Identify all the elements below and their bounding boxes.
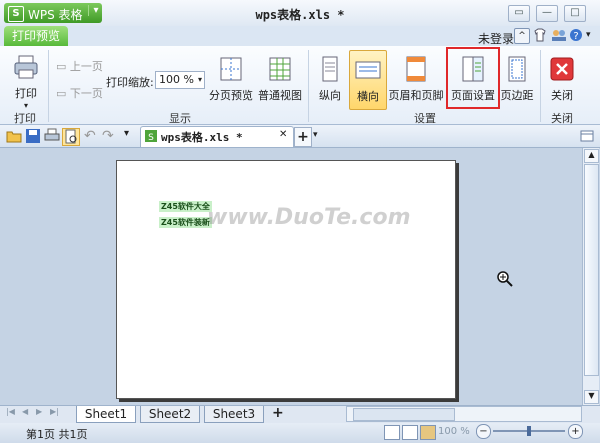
vertical-scrollbar[interactable]: ▲ ▼ (582, 148, 599, 405)
normal-view-label: 普通视图 (258, 89, 302, 102)
prev-sheet-icon[interactable]: ◀ (22, 407, 28, 416)
group-label-print: 打印 (14, 112, 36, 125)
prev-page-button[interactable]: ▭ 上一页 (56, 58, 103, 74)
portrait-page-icon (322, 56, 338, 82)
landscape-page-icon (355, 61, 381, 79)
scroll-up-icon[interactable]: ▲ (584, 149, 599, 163)
preview-cell: Z45软件大全 (159, 201, 212, 212)
grid-view-icon (269, 57, 291, 81)
panel-toggle-icon[interactable] (580, 129, 594, 143)
prev-page-label: 上一页 (69, 60, 103, 73)
maximize-button[interactable]: □ (564, 5, 586, 22)
next-page-icon: ▭ (56, 87, 67, 100)
close-tab-icon[interactable]: ✕ (279, 129, 287, 140)
group-divider (48, 50, 49, 122)
page-setup-button[interactable]: 页面设置 (448, 54, 498, 103)
add-sheet-icon[interactable]: + (272, 405, 284, 421)
landscape-label: 横向 (357, 90, 379, 103)
chevron-down-icon: ▾ (197, 75, 202, 84)
customize-quickbar-icon[interactable]: ▾ (124, 128, 140, 144)
group-divider (308, 50, 309, 122)
close-label: 关闭 (551, 89, 573, 102)
portrait-button[interactable]: 纵向 (314, 54, 346, 103)
zoom-label: 打印缩放: (106, 76, 154, 89)
first-sheet-icon[interactable]: |◀ (6, 407, 15, 416)
scroll-down-icon[interactable]: ▼ (584, 390, 599, 404)
header-footer-label: 页眉和页脚 (388, 89, 444, 102)
close-icon (550, 57, 574, 81)
horizontal-scrollbar[interactable] (346, 406, 582, 422)
undo-icon[interactable]: ↶ (84, 128, 100, 144)
next-sheet-icon[interactable]: ▶ (36, 407, 42, 416)
chevron-down-icon: ▾ (23, 101, 28, 110)
new-tab-button[interactable]: + (294, 127, 312, 147)
document-tab-label: wps表格.xls * (161, 131, 243, 144)
zoom-out-button[interactable]: − (476, 424, 491, 439)
page-layout-icon[interactable] (402, 425, 418, 440)
print-button[interactable]: 打印 ▾ (8, 52, 44, 110)
margins-label: 页边距 (500, 89, 534, 102)
group-label-display: 显示 (169, 112, 191, 125)
page-break-view-icon[interactable] (420, 425, 436, 440)
printer-icon[interactable] (44, 128, 60, 144)
page-break-preview-button[interactable]: 分页预览 (208, 54, 254, 103)
preview-cell: Z45软件装新 (159, 217, 212, 228)
printer-icon (14, 55, 38, 79)
page-setup-icon (462, 56, 484, 82)
header-footer-button[interactable]: 页眉和页脚 (388, 54, 444, 103)
zoom-select[interactable]: 100 % ▾ (155, 71, 205, 89)
print-preview-icon[interactable] (62, 128, 80, 146)
svg-text:S: S (148, 133, 154, 143)
scroll-thumb[interactable] (353, 408, 455, 421)
margins-icon (508, 56, 526, 82)
login-link[interactable]: 未登录 (478, 30, 514, 47)
header-footer-icon (406, 56, 426, 82)
help-icon[interactable]: ? (569, 28, 583, 42)
close-preview-button[interactable]: 关闭 (546, 54, 578, 103)
open-folder-icon[interactable] (6, 128, 22, 144)
sheet-tab[interactable]: Sheet2 (140, 406, 200, 423)
group-label-settings: 设置 (414, 112, 436, 125)
tab-document[interactable]: S wps表格.xls * ✕ (140, 126, 294, 147)
watermark-text: www.DuoTe.com (207, 205, 411, 230)
next-page-button[interactable]: ▭ 下一页 (56, 85, 103, 101)
zoom-in-button[interactable]: + (568, 424, 583, 439)
print-preview-page[interactable]: Z45软件大全 Z45软件装新 www.DuoTe.com (116, 160, 456, 399)
minimize-button[interactable]: — (536, 5, 558, 22)
normal-view-icon[interactable] (384, 425, 400, 440)
scroll-thumb[interactable] (584, 164, 599, 376)
help-dropdown-icon[interactable]: ▾ (586, 30, 591, 40)
landscape-button[interactable]: 横向 (349, 50, 387, 110)
sheet-tab[interactable]: Sheet3 (204, 406, 264, 423)
restore-button[interactable]: ▭ (508, 5, 530, 22)
page-break-preview-label: 分页预览 (209, 89, 253, 102)
last-sheet-icon[interactable]: ▶| (50, 407, 59, 416)
portrait-label: 纵向 (319, 89, 341, 102)
users-icon[interactable] (551, 28, 566, 42)
shirt-skin-icon[interactable] (533, 28, 547, 42)
prev-page-icon: ▭ (56, 60, 67, 73)
group-label-close: 关闭 (551, 112, 573, 125)
page-info: 第1页 共1页 (26, 428, 88, 441)
page-setup-label: 页面设置 (451, 89, 495, 102)
page-break-icon (220, 57, 242, 81)
zoom-percent: 100 % (438, 426, 470, 437)
svg-text:?: ? (573, 31, 578, 42)
normal-view-button[interactable]: 普通视图 (257, 54, 303, 103)
tab-list-dropdown-icon[interactable]: ▾ (313, 130, 318, 140)
collapse-ribbon-icon[interactable]: ^ (514, 28, 530, 44)
status-bar (0, 423, 600, 443)
save-icon[interactable] (25, 128, 41, 144)
sheet-tab[interactable]: Sheet1 (76, 406, 136, 423)
print-label: 打印 (15, 87, 37, 100)
margins-button[interactable]: 页边距 (500, 54, 534, 103)
redo-icon[interactable]: ↷ (102, 128, 118, 144)
zoom-value: 100 % (159, 73, 194, 86)
zoom-cursor-icon (497, 271, 513, 287)
tab-print-preview[interactable]: 打印预览 (4, 26, 68, 46)
next-page-label: 下一页 (69, 87, 103, 100)
group-divider (540, 50, 541, 122)
zoom-slider-thumb[interactable] (527, 426, 531, 436)
spreadsheet-file-icon: S (145, 130, 157, 143)
